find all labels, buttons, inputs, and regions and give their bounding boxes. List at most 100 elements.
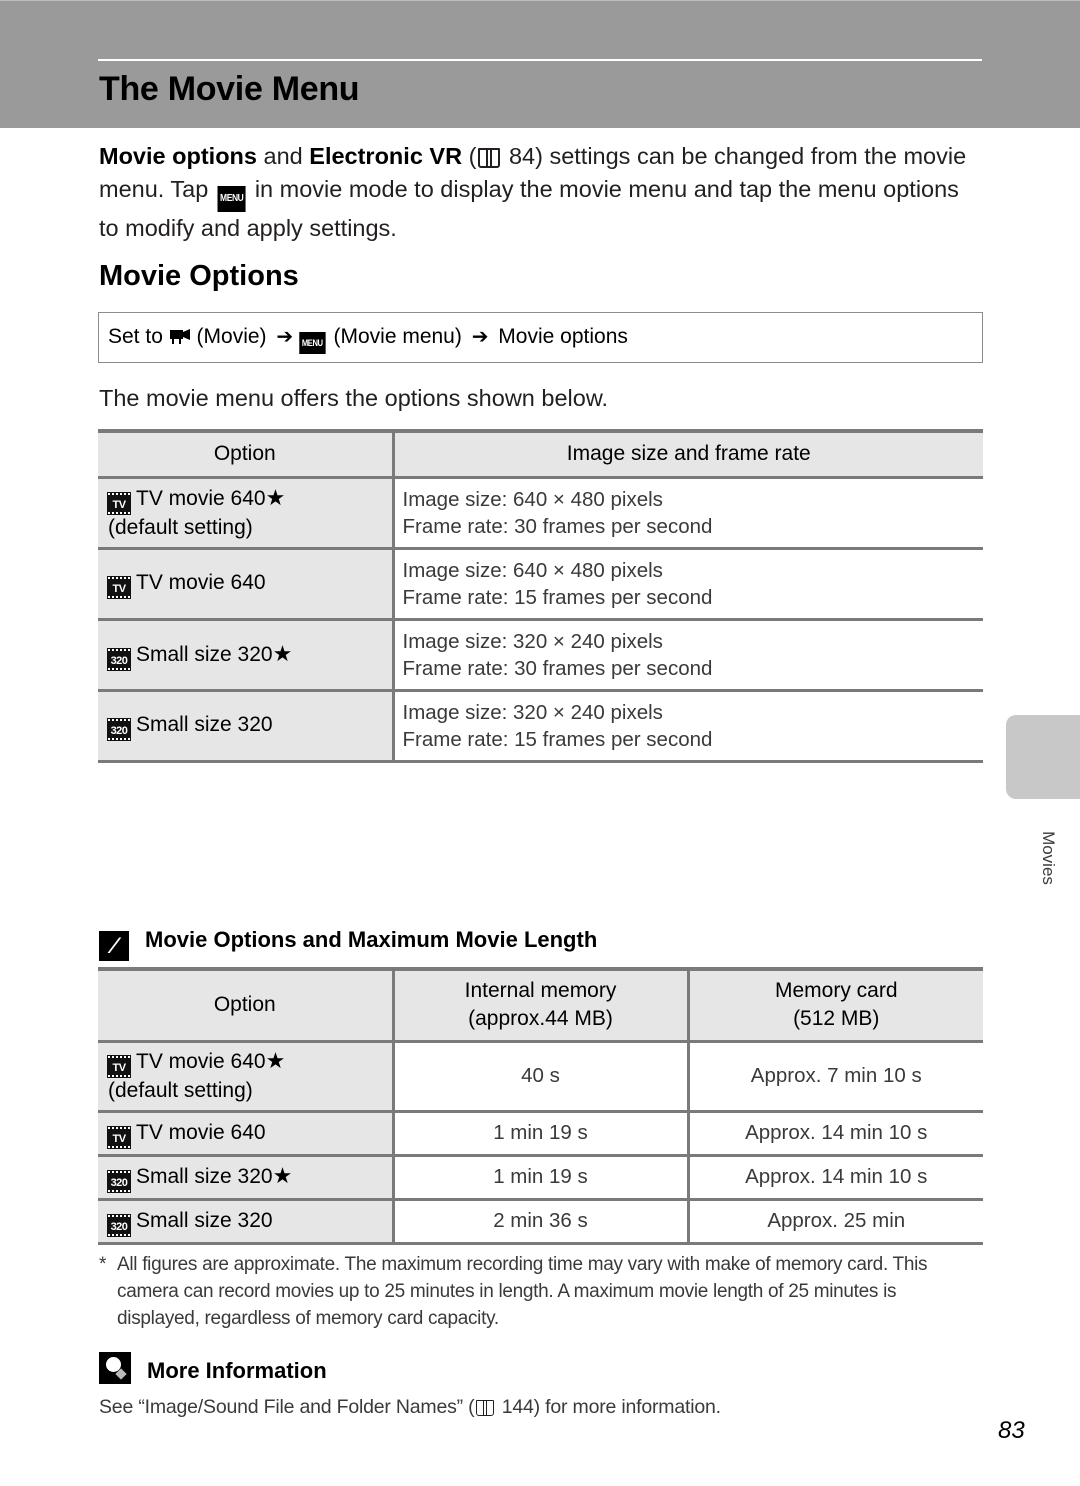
image-size-text: Image size: 320 × 240 pixels [402, 700, 663, 724]
intro-text: ( [462, 143, 477, 169]
small-size-icon: 320 [107, 647, 131, 671]
tv-movie-icon: TV [107, 491, 131, 515]
star-icon: ★ [272, 1163, 293, 1188]
arrow-right-icon: ➔ [276, 326, 294, 348]
max-length-table: Option Internal memory (approx.44 MB) Mem… [98, 967, 983, 1245]
option-label: Small size 320 [136, 1165, 273, 1188]
table-header-row: Option Internal memory (approx.44 MB) Mem… [98, 967, 983, 1043]
chapter-tab-label: Movies [1039, 831, 1058, 885]
intro-text: and [256, 143, 310, 169]
option-label: Small size 320 [136, 1208, 273, 1232]
menu-button-icon: MENU [217, 186, 246, 212]
description-cell: Image size: 320 × 240 pixels Frame rate: … [393, 619, 983, 692]
paperclip-note-icon: ⁄ [99, 931, 129, 961]
option-label: Small size 320 [136, 713, 273, 736]
memory-card-cell: Approx. 14 min 10 s [688, 1111, 983, 1157]
internal-memory-cell: 40 s [393, 1041, 690, 1113]
footnote-text: All figures are approximate. The maximum… [117, 1254, 928, 1329]
memory-card-cell: Approx. 7 min 10 s [688, 1041, 983, 1113]
set-to-target: Movie options [492, 325, 628, 348]
internal-memory-cell: 1 min 19 s [393, 1111, 690, 1157]
table-row: 320 Small size 320★ 1 min 19 s Approx. 14 m… [98, 1155, 983, 1201]
small-size-icon: 320 [107, 1170, 131, 1193]
column-header-option: Option [98, 967, 395, 1043]
lightbulb-icon [99, 1352, 131, 1384]
option-cell: TV TV movie 640★ (default setting) [98, 477, 395, 550]
option-cell: TV TV movie 640 [98, 548, 395, 621]
note-heading: ⁄ Movie Options and Maximum Movie Length [99, 927, 597, 961]
tv-movie-icon: TV [107, 576, 131, 599]
menu-button-icon: MENU [299, 332, 326, 354]
option-label: TV movie 640 [136, 1050, 266, 1073]
option-cell: TV TV movie 640 [98, 1111, 395, 1157]
option-label: TV movie 640 [136, 571, 266, 594]
book-reference-icon [478, 148, 501, 168]
set-to-movie-label: (Movie) [190, 325, 273, 348]
set-to-box: Set to (Movie) ➔ MENU (Movie menu) ➔ Movi… [98, 312, 983, 363]
table-row: TV TV movie 640★ (default setting) Image si… [98, 477, 983, 550]
header-line: (approx.44 MB) [468, 1007, 613, 1031]
frame-rate-text: Frame rate: 30 frames per second [402, 656, 713, 680]
column-header-internal-memory: Internal memory (approx.44 MB) [393, 967, 690, 1043]
memory-card-cell: Approx. 14 min 10 s [688, 1155, 983, 1201]
option-sublabel: (default setting) [108, 515, 253, 539]
footnote: * All figures are approximate. The maxim… [99, 1251, 979, 1332]
small-size-icon: 320 [107, 1213, 131, 1237]
frame-rate-text: Frame rate: 15 frames per second [402, 585, 713, 609]
column-header-option: Option [98, 429, 395, 479]
tv-movie-icon: TV [107, 1055, 131, 1078]
image-size-text: Image size: 640 × 480 pixels [402, 487, 663, 511]
option-cell: 320 Small size 320 [98, 1199, 395, 1245]
description-cell: Image size: 320 × 240 pixels Frame rate: … [393, 690, 983, 763]
option-label: TV movie 640 [136, 486, 266, 510]
header-line: (512 MB) [793, 1007, 880, 1031]
option-cell: 320 Small size 320★ [98, 619, 395, 692]
option-sublabel: (default setting) [108, 1079, 253, 1102]
table-row: 320 Small size 320★ Image size: 320 × 240 … [98, 619, 983, 692]
option-cell: 320 Small size 320 [98, 690, 395, 763]
chapter-tab [1006, 715, 1080, 799]
options-intro-text: The movie menu offers the options shown … [99, 385, 609, 411]
page-number: 83 [998, 1417, 1025, 1444]
header-line: Internal memory [464, 979, 617, 1003]
star-icon: ★ [272, 640, 293, 666]
option-label: TV movie 640 [136, 1120, 266, 1144]
internal-memory-cell: 1 min 19 s [393, 1155, 690, 1201]
table-header-row: Option Image size and frame rate [98, 429, 983, 479]
more-info-heading: More Information [99, 1352, 327, 1384]
more-info-text-before: See “Image/Sound File and Folder Names” … [99, 1396, 475, 1418]
image-size-text: Image size: 320 × 240 pixels [402, 629, 663, 653]
movie-camera-icon [169, 329, 190, 344]
table-row: TV TV movie 640 1 min 19 s Approx. 14 min 1… [98, 1111, 983, 1157]
table-row: TV TV movie 640 Image size: 640 × 480 pixe… [98, 548, 983, 621]
header-rule [98, 59, 982, 61]
frame-rate-text: Frame rate: 30 frames per second [402, 514, 713, 538]
section-title: Movie Options [99, 260, 299, 292]
note-title: Movie Options and Maximum Movie Length [145, 927, 598, 952]
intro-paragraph: Movie options and Electronic VR ( 84) se… [99, 140, 979, 245]
option-cell: TV TV movie 640★ (default setting) [98, 1041, 395, 1113]
table-row: 320 Small size 320 2 min 36 s Approx. 25 mi… [98, 1199, 983, 1245]
movie-options-table: Option Image size and frame rate TV TV mo… [98, 429, 983, 763]
set-to-prefix: Set to [108, 325, 169, 348]
page-title: The Movie Menu [99, 70, 360, 108]
internal-memory-cell: 2 min 36 s [393, 1199, 690, 1245]
table-row: TV TV movie 640★ (default setting) 40 s Appr… [98, 1041, 983, 1113]
small-size-icon: 320 [107, 718, 131, 741]
star-icon: ★ [265, 1048, 286, 1073]
intro-term-electronic-vr: Electronic VR [309, 143, 463, 169]
memory-card-cell: Approx. 25 min [688, 1199, 983, 1245]
option-label: Small size 320 [136, 642, 273, 666]
header-line: Option [213, 993, 276, 1017]
more-info-title: More Information [147, 1358, 327, 1383]
star-icon: ★ [265, 484, 286, 510]
set-to-menu-label: (Movie menu) [327, 325, 468, 348]
header-line: Memory card [774, 979, 898, 1003]
more-info-text: See “Image/Sound File and Folder Names” … [99, 1396, 721, 1419]
column-header-memory-card: Memory card (512 MB) [688, 967, 983, 1043]
tv-movie-icon: TV [107, 1125, 131, 1149]
book-reference-icon [476, 1400, 495, 1416]
intro-term-movie-options: Movie options [99, 143, 257, 169]
footnote-marker: * [99, 1254, 107, 1275]
arrow-right-icon: ➔ [471, 326, 489, 348]
